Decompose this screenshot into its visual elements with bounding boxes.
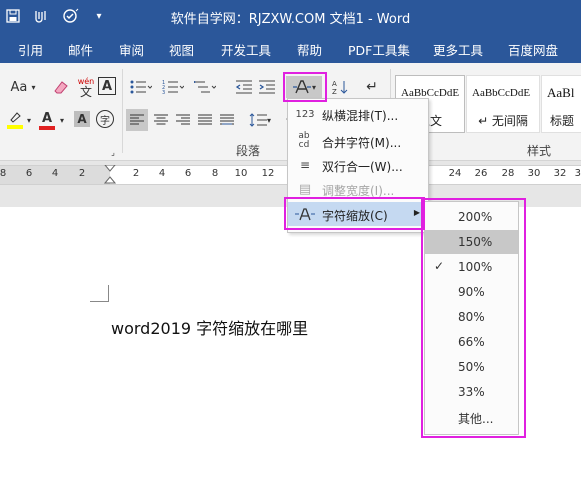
ruler-number: 28 (501, 168, 515, 179)
chevron-down-icon[interactable]: ▾ (25, 115, 33, 125)
menu-item-label: 双行合一(W)... (322, 160, 403, 174)
distributed-align-icon[interactable] (216, 109, 238, 131)
menu-item-combine-chars[interactable]: ab cd 合并字符(M)... (288, 129, 428, 153)
ruler-number: 10 (234, 168, 248, 179)
ruler-number: 2 (78, 168, 86, 179)
clear-formatting-icon[interactable] (50, 77, 72, 97)
tab-developer[interactable]: 开发工具 (221, 40, 271, 59)
combine-chars-icon: ab cd (298, 131, 310, 150)
style-heading[interactable]: AaBl 标题 (541, 75, 581, 133)
style-name: ↵ 无间隔 (478, 114, 528, 128)
char-shading-label: A (77, 112, 87, 126)
menu-item-label: 纵横混排(T)... (322, 109, 399, 123)
ruler-number: 12 (261, 168, 275, 179)
fit-text-icon: ▤ (298, 181, 312, 197)
window-title: 软件自学网：RJZXW.COM 文档1 - Word (170, 12, 411, 27)
enclose-char-label: 字 (100, 115, 110, 127)
ribbon-tabs: 引用 邮件 审阅 视图 开发工具 帮助 PDF工具集 更多工具 百度网盘 (0, 33, 581, 63)
sort-icon[interactable]: AZ (330, 77, 350, 97)
ruler-number: 6 (184, 168, 192, 179)
ruler-number: 4 (51, 168, 59, 179)
tab-references[interactable]: 引用 (18, 40, 43, 59)
svg-text:3: 3 (162, 90, 165, 94)
enclose-char-button[interactable]: 字 (96, 110, 114, 128)
text-highlight-button[interactable] (4, 109, 26, 131)
tab-review[interactable]: 审阅 (119, 40, 144, 59)
menu-item-two-lines-in-one[interactable]: ≡ 双行合一(W)... (288, 153, 428, 177)
numbering-button[interactable]: 123 (160, 77, 186, 97)
style-no-spacing[interactable]: AaBbCcDdE ↵ 无间隔 (466, 75, 540, 133)
decrease-indent-icon[interactable] (234, 77, 254, 97)
chevron-down-icon: ▾ (266, 115, 271, 125)
styles-group-label: 样式 (527, 144, 552, 158)
ruler-number: 30 (527, 168, 541, 179)
char-shading-button[interactable]: A (74, 111, 90, 127)
svg-text:Z: Z (332, 88, 337, 95)
chevron-down-icon[interactable]: ▾ (58, 115, 66, 125)
tab-view[interactable]: 视图 (169, 40, 194, 59)
svg-text:A: A (332, 80, 337, 88)
align-right-icon[interactable] (172, 109, 194, 131)
chevron-down-icon: ▾ (31, 82, 36, 92)
change-case-label: Aa (10, 79, 28, 95)
font-color-letter: A (41, 110, 53, 126)
paragraph-group-label: 段落 (236, 144, 261, 158)
char-border-label: A (101, 78, 113, 94)
style-name: 标题 (549, 114, 574, 128)
title-bar: ▾ 软件自学网：RJZXW.COM 文档1 - Word (0, 0, 581, 33)
ruler-number: 2 (132, 168, 140, 179)
ruler-number: 24 (448, 168, 462, 179)
highlight-box-character-scale (284, 197, 425, 230)
font-color-button[interactable]: A (36, 109, 58, 131)
two-lines-icon: ≡ (299, 158, 311, 172)
ruler-number: 6 (25, 168, 33, 179)
highlight-box-asian-layout (283, 72, 327, 102)
bullets-button[interactable] (128, 77, 154, 97)
line-spacing-button[interactable]: ▾ (246, 109, 274, 131)
align-left-icon[interactable] (126, 109, 148, 131)
align-center-icon[interactable] (150, 109, 172, 131)
margin-corner-mark (90, 285, 109, 302)
indent-marker[interactable] (104, 165, 116, 185)
highlight-color-swatch (7, 125, 23, 129)
ruler-number: 4 (158, 168, 166, 179)
justify-icon[interactable] (194, 109, 216, 131)
dialog-launcher-icon[interactable]: ⌟ (108, 147, 118, 157)
font-color-swatch (39, 125, 55, 130)
phonetic-guide-button[interactable]: wén 文 (76, 75, 96, 99)
phonetic-guide-char: 文 (79, 85, 92, 99)
numbers-icon: 123 (295, 108, 315, 120)
divider (122, 69, 123, 153)
tab-baidu-netdisk[interactable]: 百度网盘 (508, 40, 558, 59)
multilevel-list-button[interactable] (192, 77, 218, 97)
ruler-number: 8 (0, 168, 7, 179)
ruler-number: 32 (553, 168, 567, 179)
change-case-button[interactable]: Aa ▾ (6, 77, 40, 97)
tab-pdf-tools[interactable]: PDF工具集 (348, 40, 410, 59)
show-formatting-marks-icon[interactable]: ↵ (362, 77, 382, 97)
style-sample: AaBbCcDdE (472, 87, 531, 99)
ruler-number: 34 (574, 168, 581, 179)
tab-mailings[interactable]: 邮件 (68, 40, 93, 59)
highlight-box-scale-options (421, 198, 526, 438)
ruler-number: 8 (211, 168, 219, 179)
style-sample: AaBl (547, 85, 575, 100)
char-border-button[interactable]: A (98, 77, 116, 95)
increase-indent-icon[interactable] (257, 77, 277, 97)
document-body-text[interactable]: word2019 字符缩放在哪里 (111, 315, 308, 339)
menu-item-vertical-horizontal[interactable]: 123 纵横混排(T)... (288, 102, 428, 126)
ruler-number: 26 (474, 168, 488, 179)
tab-help[interactable]: 帮助 (297, 40, 322, 59)
tab-more-tools[interactable]: 更多工具 (433, 40, 483, 59)
menu-item-label: 合并字符(M)... (322, 136, 402, 150)
